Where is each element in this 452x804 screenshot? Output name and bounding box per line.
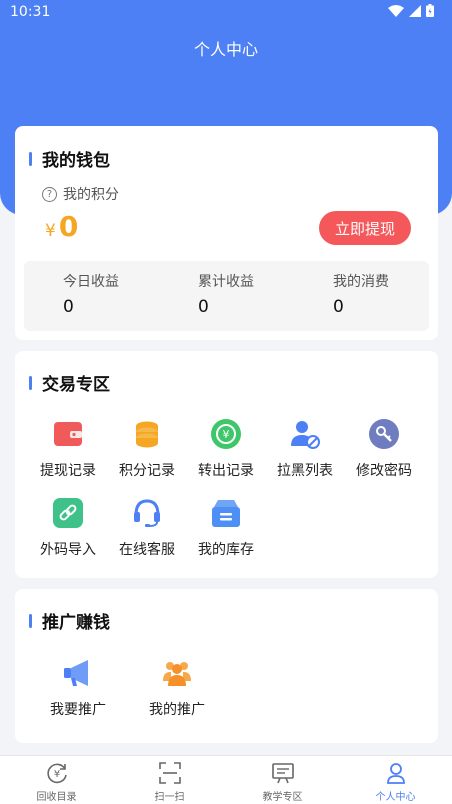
item-label: 拉黑列表 [277,463,333,479]
title-accent-bar [29,613,32,628]
title-accent-bar [29,375,32,390]
trade-card: 交易专区 提现记录 积分记录 ¥ 转出记录 拉黑列表 修改密码 外码导入 在线客… [15,351,438,578]
wallet-icon [52,418,84,450]
my-promotion-item[interactable]: 我的推广 [139,657,215,719]
status-icons [388,4,434,17]
stat-value: 0 [198,297,209,317]
bottom-tab-bar: ¥ 回收目录 扫一扫 教学专区 个人中心 [0,755,452,804]
my-inventory-item[interactable]: 我的库存 [188,497,264,559]
stat-total-earnings: 累计收益 0 [198,271,254,317]
question-icon[interactable]: ? [42,186,57,202]
svg-text:¥: ¥ [223,428,230,441]
points-label[interactable]: ? 我的积分 [42,184,119,204]
item-label: 转出记录 [198,463,254,479]
stat-today-earnings: 今日收益 0 [63,271,119,317]
page-title: 个人中心 [193,40,258,59]
team-icon [161,657,193,689]
headset-icon [131,497,163,529]
signal-icon [409,4,421,17]
wallet-section-title: 我的钱包 [29,146,110,171]
stat-value: 0 [333,297,344,317]
tab-label: 教学专区 [262,792,303,803]
megaphone-icon [62,657,94,689]
status-bar: 10:31 [0,0,452,26]
wifi-icon [388,4,404,17]
blacklist-item[interactable]: 拉黑列表 [267,418,343,480]
person-icon [383,760,409,786]
item-label: 在线客服 [119,542,175,558]
stat-my-spending: 我的消费 0 [333,271,389,317]
points-records-item[interactable]: 积分记录 [109,418,185,480]
tab-personal-center[interactable]: 个人中心 [339,760,452,803]
inventory-box-icon [210,497,242,529]
item-label: 修改密码 [356,463,412,479]
balance-value: 0 [58,210,79,243]
coins-icon [131,418,163,450]
stat-label: 累计收益 [198,274,254,290]
withdraw-records-item[interactable]: 提现记录 [30,418,106,480]
wallet-title-text: 我的钱包 [42,151,110,171]
item-label: 我的推广 [149,702,205,718]
import-code-item[interactable]: 外码导入 [30,497,106,559]
key-icon [368,418,400,450]
transfer-icon: ¥ [210,418,242,450]
title-accent-bar [29,151,32,166]
status-time: 10:31 [10,4,51,20]
block-user-icon [289,418,321,450]
recycle-yen-icon: ¥ [44,760,70,786]
promo-section-title: 推广赚钱 [29,608,110,633]
link-icon [52,497,84,529]
item-label: 我要推广 [50,702,106,718]
promotion-card: 推广赚钱 我要推广 我的推广 [15,589,438,743]
stat-label: 今日收益 [63,274,119,290]
tab-label: 个人中心 [375,792,416,803]
trade-section-title: 交易专区 [29,370,110,395]
scan-icon [157,760,183,786]
tab-label: 回收目录 [36,792,77,803]
stat-value: 0 [63,297,74,317]
teaching-board-icon [270,760,296,786]
points-label-text: 我的积分 [63,187,119,203]
tab-label: 扫一扫 [154,792,185,803]
stat-label: 我的消费 [333,274,389,290]
tab-teaching[interactable]: 教学专区 [226,760,339,803]
change-password-item[interactable]: 修改密码 [346,418,422,480]
transfer-records-item[interactable]: ¥ 转出记录 [188,418,264,480]
wallet-card: 我的钱包 ? 我的积分 ¥ 0 立即提现 今日收益 0 累计收益 0 我的消费 … [15,126,438,340]
item-label: 积分记录 [119,463,175,479]
currency-symbol: ¥ [45,221,56,241]
trade-title-text: 交易专区 [42,375,110,395]
earnings-stats: 今日收益 0 累计收益 0 我的消费 0 [24,261,429,331]
item-label: 提现记录 [40,463,96,479]
svg-text:¥: ¥ [53,769,59,780]
battery-icon [426,4,434,17]
online-support-item[interactable]: 在线客服 [109,497,185,559]
withdraw-button[interactable]: 立即提现 [319,211,411,245]
promo-title-text: 推广赚钱 [42,613,110,633]
item-label: 外码导入 [40,542,96,558]
start-promotion-item[interactable]: 我要推广 [40,657,116,719]
tab-recycle-catalog[interactable]: ¥ 回收目录 [0,760,113,803]
points-balance: ¥ 0 [45,210,78,243]
item-label: 我的库存 [198,542,254,558]
tab-scan[interactable]: 扫一扫 [113,760,226,803]
